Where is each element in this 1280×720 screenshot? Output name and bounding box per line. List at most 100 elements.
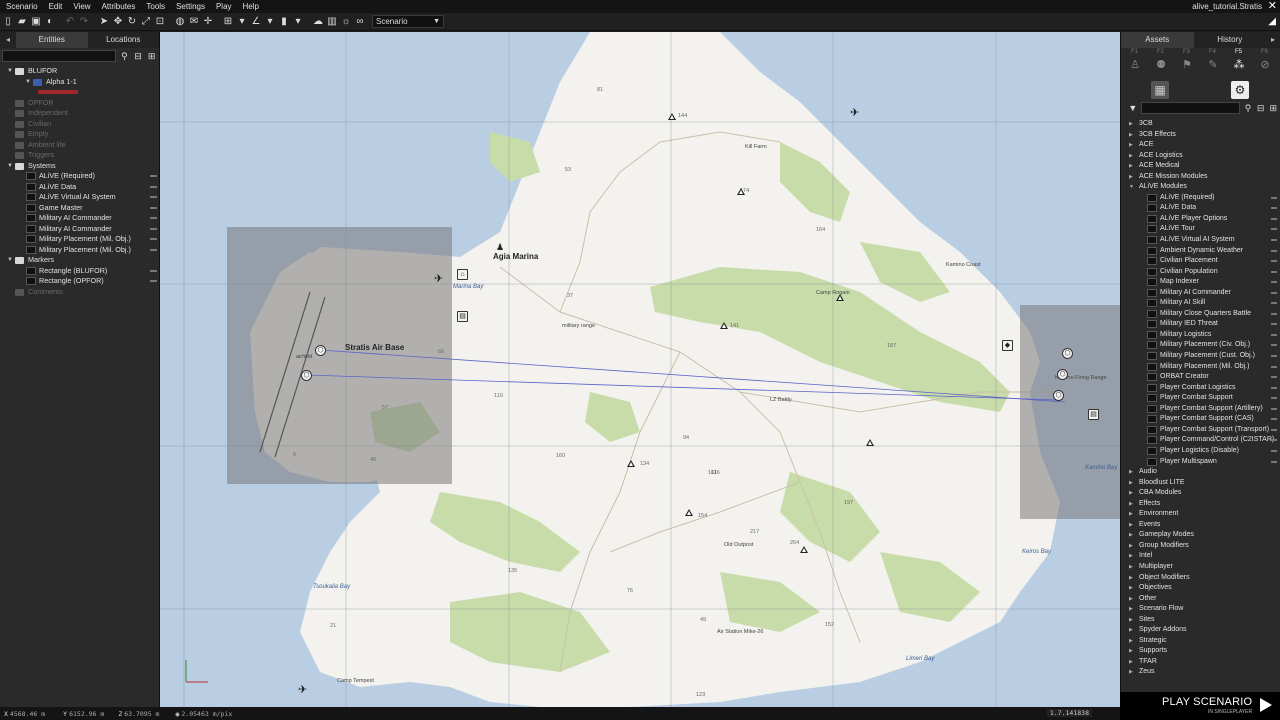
entity-tree-row[interactable]: Empty — [0, 129, 159, 140]
asset-category-row[interactable]: ▶ Effects — [1121, 499, 1280, 510]
open-folder-icon[interactable]: ▰ — [16, 16, 28, 28]
tab-assets[interactable]: Assets — [1121, 32, 1194, 48]
expand-toggle-icon[interactable]: ▶ — [1129, 583, 1133, 594]
expand-all-icon[interactable]: ⊞ — [1268, 103, 1278, 114]
vertical-dropdown-icon[interactable]: ▾ — [292, 16, 304, 28]
entity-tree-row[interactable]: ALiVE (Required) — [0, 171, 159, 182]
asset-category-row[interactable]: ▶ Object Modifiers — [1121, 573, 1280, 584]
undo-icon[interactable]: ↶ — [64, 16, 76, 28]
asset-module-row[interactable]: ALiVE Virtual AI System — [1121, 235, 1280, 246]
expand-toggle-icon[interactable]: ▶ — [1129, 667, 1133, 678]
asset-category-row[interactable]: ▶ Events — [1121, 520, 1280, 531]
drag-handle-icon[interactable] — [1271, 418, 1277, 421]
asset-category-row[interactable]: ▶ Bloodlust LITE — [1121, 478, 1280, 489]
asset-module-row[interactable]: ALiVE Data — [1121, 203, 1280, 214]
menu-edit[interactable]: Edit — [43, 0, 68, 13]
asset-module-row[interactable]: Player Combat Support (CAS) — [1121, 414, 1280, 425]
sound-warning-icon[interactable]: ◢ — [1268, 16, 1276, 27]
hq-marker-icon[interactable]: ⌂ — [457, 269, 468, 280]
entity-tree-row[interactable]: Game Master — [0, 203, 159, 214]
asset-category-row[interactable]: ▶ Sites — [1121, 615, 1280, 626]
asset-module-row[interactable]: ALiVE Player Options — [1121, 214, 1280, 225]
placement-opfor-2-icon[interactable]: ⬡ — [1053, 390, 1064, 401]
asset-module-row[interactable]: ORBAT Creator — [1121, 372, 1280, 383]
snap-surface-icon[interactable]: ✛ — [202, 16, 214, 28]
select-cursor-icon[interactable]: ➤ — [98, 16, 110, 28]
commander-opfor-icon[interactable]: ⬡ — [1062, 348, 1073, 359]
expand-toggle-icon[interactable]: ▼ — [6, 66, 14, 77]
object-mode-icon[interactable]: ♙ — [1129, 58, 1141, 72]
expand-toggle-icon[interactable]: ▶ — [1129, 509, 1133, 520]
asset-module-row[interactable]: Military Placement (Mil. Obj.) — [1121, 362, 1280, 373]
expand-toggle-icon[interactable]: ▶ — [1129, 615, 1133, 626]
entity-tree-row[interactable]: ALiVE Data — [0, 182, 159, 193]
expand-toggle-icon[interactable]: ▶ — [1129, 130, 1133, 141]
entity-tree-row[interactable]: Comments — [0, 287, 159, 298]
rectangle-opfor-zone[interactable] — [1020, 305, 1120, 519]
asset-module-row[interactable]: Civilian Placement — [1121, 256, 1280, 267]
asset-module-row[interactable]: Military Logistics — [1121, 330, 1280, 341]
expand-toggle-icon[interactable]: ▶ — [1129, 636, 1133, 647]
expand-toggle-icon[interactable]: ▶ — [1129, 467, 1133, 478]
asset-category-row[interactable]: ▼ ALiVE Modules — [1121, 182, 1280, 193]
menu-scenario[interactable]: Scenario — [0, 0, 43, 13]
search-icon[interactable]: ⚲ — [119, 51, 130, 62]
entity-tree-row[interactable]: ▼ Alpha 1-1 — [0, 77, 159, 88]
asset-category-row[interactable]: ▶ Group Modifiers — [1121, 541, 1280, 552]
asset-category-row[interactable]: ▶ Environment — [1121, 509, 1280, 520]
asset-module-row[interactable]: Civilian Population — [1121, 267, 1280, 278]
asset-category-row[interactable]: ▶ Spyder Addons — [1121, 625, 1280, 636]
collapse-all-icon[interactable]: ⊟ — [133, 51, 144, 62]
drag-handle-icon[interactable] — [1271, 270, 1277, 273]
drag-handle-icon[interactable] — [1271, 449, 1277, 452]
vehicle-marker-icon[interactable]: ◆ — [1002, 340, 1013, 351]
asset-module-row[interactable]: Military Placement (Civ. Obj.) — [1121, 340, 1280, 351]
entities-search-input[interactable] — [2, 50, 117, 62]
angle-snap-icon[interactable]: ∠ — [250, 16, 262, 28]
asset-category-row[interactable]: ▶ Strategic — [1121, 636, 1280, 647]
save-icon[interactable]: ▣ — [30, 16, 42, 28]
entity-tree-row[interactable]: Ambient life — [0, 140, 159, 151]
entity-tree-row[interactable]: Rectangle (OPFOR) — [0, 276, 159, 287]
expand-toggle-icon[interactable]: ▶ — [1129, 541, 1133, 552]
menu-tools[interactable]: Tools — [140, 0, 170, 13]
tab-entities[interactable]: Entities — [16, 32, 88, 48]
asset-category-row[interactable]: ▶ CBA Modules — [1121, 488, 1280, 499]
angle-dropdown-icon[interactable]: ▾ — [264, 16, 276, 28]
asset-category-row[interactable]: ▶ Objectives — [1121, 583, 1280, 594]
rotate-icon[interactable]: ↻ — [126, 16, 138, 28]
asset-module-row[interactable]: Military Close Quarters Battle — [1121, 309, 1280, 320]
entity-tree-row[interactable]: Rectangle (BLUFOR) — [0, 266, 159, 277]
drag-handle-icon[interactable] — [1271, 439, 1277, 442]
tab-locations[interactable]: Locations — [88, 32, 160, 48]
move-icon[interactable]: ✥ — [112, 16, 124, 28]
placement-opfor-icon[interactable]: ⬡ — [1057, 369, 1068, 380]
asset-category-row[interactable]: ▶ ACE Mission Modules — [1121, 172, 1280, 183]
asset-module-row[interactable]: Player Combat Support (Transport) — [1121, 425, 1280, 436]
entity-tree-row[interactable]: OPFOR — [0, 98, 159, 109]
trigger-mode-icon[interactable]: ⚑ — [1181, 58, 1193, 72]
asset-module-row[interactable]: Military AI Commander — [1121, 288, 1280, 299]
drag-handle-icon[interactable] — [1271, 207, 1277, 210]
props-toggle-icon[interactable]: ▦ — [1151, 81, 1169, 99]
expand-toggle-icon[interactable]: ▶ — [1129, 562, 1133, 573]
asset-category-row[interactable]: ▶ ACE — [1121, 140, 1280, 151]
expand-toggle-icon[interactable]: ▶ — [1129, 488, 1133, 499]
drag-handle-icon[interactable] — [1271, 333, 1277, 336]
expand-toggle-icon[interactable]: ▶ — [1129, 646, 1133, 657]
asset-module-row[interactable]: Player Logistics (Disable) — [1121, 446, 1280, 457]
sun-icon[interactable]: ☼ — [340, 16, 352, 28]
menu-help[interactable]: Help — [237, 0, 264, 13]
group-mode-icon[interactable]: ⚉ — [1155, 58, 1167, 72]
asset-category-row[interactable]: ▶ Zeus — [1121, 667, 1280, 678]
asset-category-row[interactable]: ▶ Other — [1121, 594, 1280, 605]
terrain-mail-icon[interactable]: ✉ — [188, 16, 200, 28]
entity-tree-row[interactable]: ALiVE Virtual AI System — [0, 192, 159, 203]
asset-module-row[interactable]: Military Placement (Cust. Obj.) — [1121, 351, 1280, 362]
asset-module-row[interactable]: Ambient Dynamic Weather — [1121, 246, 1280, 257]
expand-toggle-icon[interactable]: ▶ — [1129, 140, 1133, 151]
entity-tree-row[interactable]: ▼ Systems — [0, 161, 159, 172]
asset-category-row[interactable]: ▶ 3CB Effects — [1121, 130, 1280, 141]
expand-toggle-icon[interactable]: ▶ — [1129, 520, 1133, 531]
asset-module-row[interactable]: Player Combat Support (Artillery) — [1121, 404, 1280, 415]
